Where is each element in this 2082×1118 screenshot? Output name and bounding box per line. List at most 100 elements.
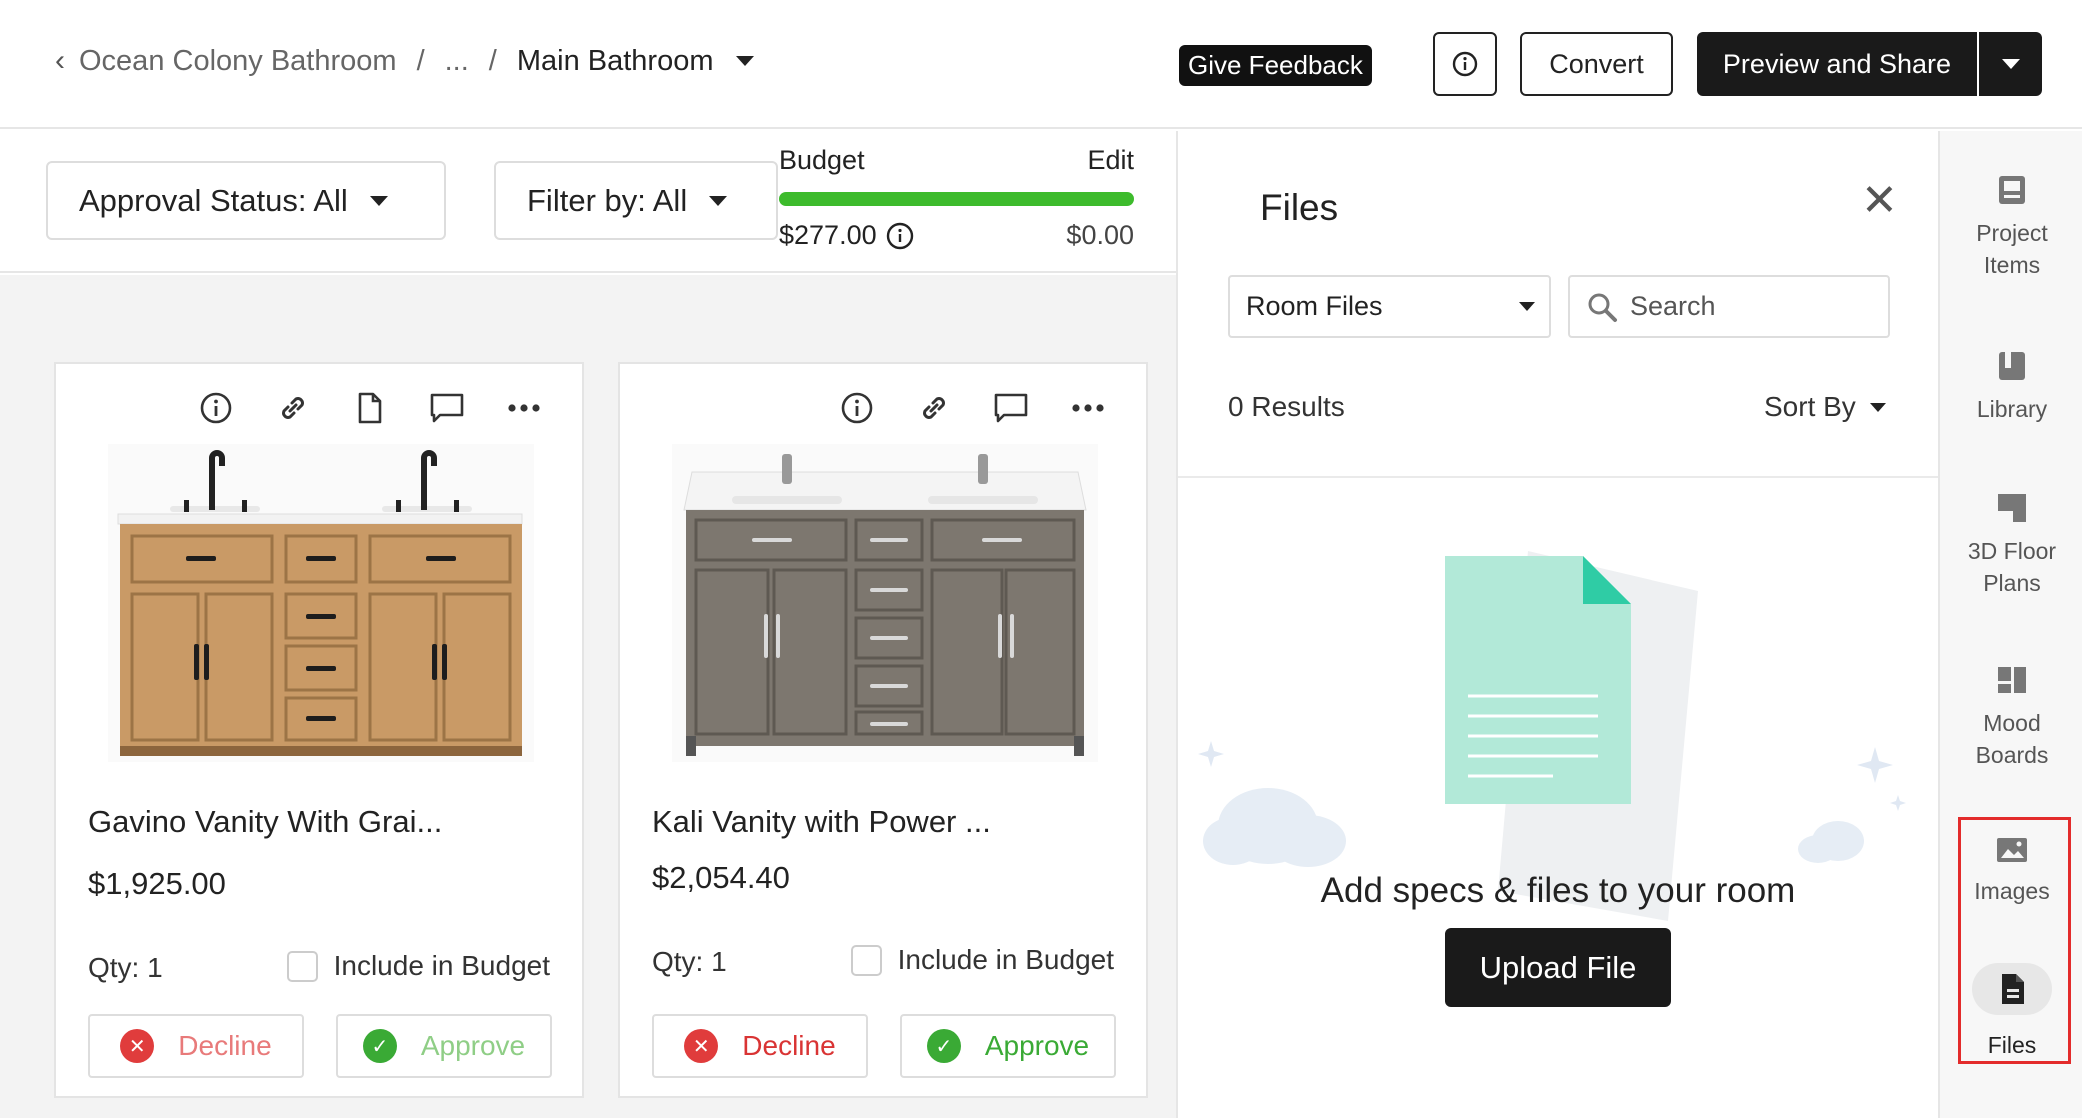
decline-label: Decline bbox=[742, 1030, 836, 1061]
approval-status-label: Approval Status: All bbox=[79, 182, 348, 218]
info-icon bbox=[1452, 51, 1478, 77]
comment-icon[interactable] bbox=[408, 386, 485, 430]
sidebar-item-project-items[interactable]: Project Items bbox=[1940, 173, 2082, 281]
more-options-icon[interactable] bbox=[1049, 386, 1126, 430]
include-in-budget-toggle[interactable]: Include in Budget bbox=[286, 950, 550, 982]
link-icon[interactable] bbox=[254, 386, 331, 430]
approve-check-icon: ✓ bbox=[362, 1029, 397, 1063]
upload-file-button[interactable]: Upload File bbox=[1445, 928, 1671, 1007]
filter-bar: Approval Status: All Filter by: All Budg… bbox=[0, 131, 1176, 273]
room-files-select[interactable]: Room Files bbox=[1228, 275, 1551, 338]
decline-x-icon: ✕ bbox=[120, 1029, 155, 1063]
link-icon[interactable] bbox=[895, 386, 972, 430]
chevron-down-icon bbox=[2001, 59, 2020, 69]
approve-check-icon: ✓ bbox=[926, 1029, 961, 1063]
budget-remaining: $0.00 bbox=[1066, 220, 1134, 250]
decline-label: Decline bbox=[178, 1030, 272, 1061]
floor-plan-icon bbox=[1998, 494, 2026, 522]
include-in-budget-checkbox[interactable] bbox=[286, 950, 318, 982]
product-card[interactable]: Gavino Vanity With Grai... $1,925.00 Qty… bbox=[54, 362, 584, 1098]
info-icon[interactable] bbox=[885, 221, 915, 251]
comment-icon[interactable] bbox=[972, 386, 1049, 430]
chevron-down-icon bbox=[1519, 302, 1535, 311]
chevron-down-icon bbox=[369, 195, 388, 206]
sidebar-label: Files bbox=[1987, 1032, 2037, 1058]
sidebar-item-files[interactable]: Files bbox=[1940, 963, 2082, 1061]
sidebar-item-mood-boards[interactable]: Mood Boards bbox=[1940, 663, 2082, 771]
sort-by-dropdown[interactable]: Sort By bbox=[1764, 391, 1886, 423]
product-image-wood-vanity[interactable] bbox=[108, 444, 534, 762]
product-image-grey-vanity[interactable] bbox=[672, 444, 1098, 762]
product-card[interactable]: Kali Vanity with Power ... $2,054.40 Qty… bbox=[618, 362, 1148, 1098]
more-options-icon[interactable] bbox=[485, 386, 562, 430]
preview-options-dropdown[interactable] bbox=[1979, 32, 2042, 96]
decline-button[interactable]: ✕ Decline bbox=[88, 1014, 304, 1078]
budget-edit-link[interactable]: Edit bbox=[1087, 145, 1134, 176]
sidebar-item-images[interactable]: Images bbox=[1940, 835, 2082, 907]
breadcrumb-current-room: Main Bathroom bbox=[516, 44, 714, 77]
breadcrumb: ‹ Ocean Colony Bathroom / ... / Main Bat… bbox=[55, 44, 754, 78]
sidebar-label: Images bbox=[1974, 878, 2050, 904]
breadcrumb-project[interactable]: Ocean Colony Bathroom bbox=[79, 45, 397, 78]
card-toolbar bbox=[177, 386, 562, 430]
approve-button[interactable]: ✓ Approve bbox=[900, 1014, 1116, 1078]
sidebar-label: Plans bbox=[1983, 570, 2041, 596]
top-header: ‹ Ocean Colony Bathroom / ... / Main Bat… bbox=[0, 0, 2082, 129]
approve-button[interactable]: ✓ Approve bbox=[336, 1014, 552, 1078]
sidebar-label: Items bbox=[1983, 252, 2041, 278]
approve-label: Approve bbox=[984, 1030, 1090, 1061]
budget-label: Budget bbox=[779, 145, 865, 175]
product-price: $1,925.00 bbox=[88, 866, 226, 901]
give-feedback-button[interactable]: Give Feedback bbox=[1179, 45, 1372, 86]
project-items-icon bbox=[1999, 176, 2025, 204]
include-in-budget-checkbox[interactable] bbox=[850, 944, 882, 976]
decline-button[interactable]: ✕ Decline bbox=[652, 1014, 868, 1078]
empty-state-message: Add specs & files to your room bbox=[1320, 871, 1796, 910]
sidebar-item-3d-floor-plans[interactable]: 3D Floor Plans bbox=[1940, 491, 2082, 599]
breadcrumb-ellipsis[interactable]: ... bbox=[445, 45, 469, 78]
right-sidebar: Project Items Library 3D Floor Plans Moo… bbox=[1938, 131, 2082, 1118]
product-price: $2,054.40 bbox=[652, 860, 790, 895]
card-toolbar bbox=[818, 386, 1126, 430]
sort-by-label: Sort By bbox=[1764, 391, 1856, 422]
include-in-budget-toggle[interactable]: Include in Budget bbox=[850, 944, 1114, 976]
files-active-indicator bbox=[1972, 963, 2052, 1015]
decline-x-icon: ✕ bbox=[684, 1029, 719, 1063]
sidebar-label: 3D Floor bbox=[1967, 538, 2057, 564]
sidebar-label: Boards bbox=[1975, 742, 2049, 768]
search-icon bbox=[1588, 293, 1617, 322]
budget-widget: Budget Edit $277.00 $0.00 bbox=[779, 145, 1134, 251]
budget-spent: $277.00 bbox=[779, 220, 877, 250]
mood-board-icon bbox=[1998, 667, 2026, 693]
breadcrumb-separator: / bbox=[488, 44, 497, 77]
divider bbox=[1178, 476, 1938, 478]
back-chevron-icon[interactable]: ‹ bbox=[55, 44, 65, 78]
room-files-select-value: Room Files bbox=[1246, 291, 1383, 321]
product-title[interactable]: Kali Vanity with Power ... bbox=[652, 804, 991, 840]
approval-status-dropdown[interactable]: Approval Status: All bbox=[46, 161, 446, 240]
files-panel-title: Files bbox=[1260, 187, 1339, 228]
close-icon[interactable]: ✕ bbox=[1861, 175, 1898, 226]
info-icon[interactable] bbox=[177, 386, 254, 430]
document-icon[interactable] bbox=[331, 386, 408, 430]
breadcrumb-separator: / bbox=[416, 44, 425, 77]
product-quantity: Qty: 1 bbox=[652, 946, 727, 977]
preview-and-share-button[interactable]: Preview and Share bbox=[1697, 32, 1977, 96]
results-count: 0 Results bbox=[1228, 391, 1345, 422]
room-dropdown-icon[interactable] bbox=[735, 56, 754, 66]
library-icon bbox=[1999, 352, 2025, 380]
filter-by-dropdown[interactable]: Filter by: All bbox=[494, 161, 778, 240]
info-button[interactable] bbox=[1433, 32, 1497, 96]
sidebar-item-library[interactable]: Library bbox=[1940, 349, 2082, 425]
include-in-budget-label: Include in Budget bbox=[897, 944, 1114, 975]
sidebar-label: Library bbox=[1976, 396, 2048, 422]
convert-button[interactable]: Convert bbox=[1520, 32, 1673, 96]
include-in-budget-label: Include in Budget bbox=[333, 950, 550, 981]
approve-label: Approve bbox=[420, 1030, 526, 1061]
product-title[interactable]: Gavino Vanity With Grai... bbox=[88, 804, 442, 840]
sidebar-label: Mood bbox=[1983, 710, 2041, 736]
search-placeholder: Search bbox=[1630, 291, 1716, 321]
info-icon[interactable] bbox=[818, 386, 895, 430]
files-search-input[interactable]: Search bbox=[1568, 275, 1890, 338]
files-panel: Files ✕ Room Files Search 0 Results Sort… bbox=[1176, 131, 1938, 1118]
